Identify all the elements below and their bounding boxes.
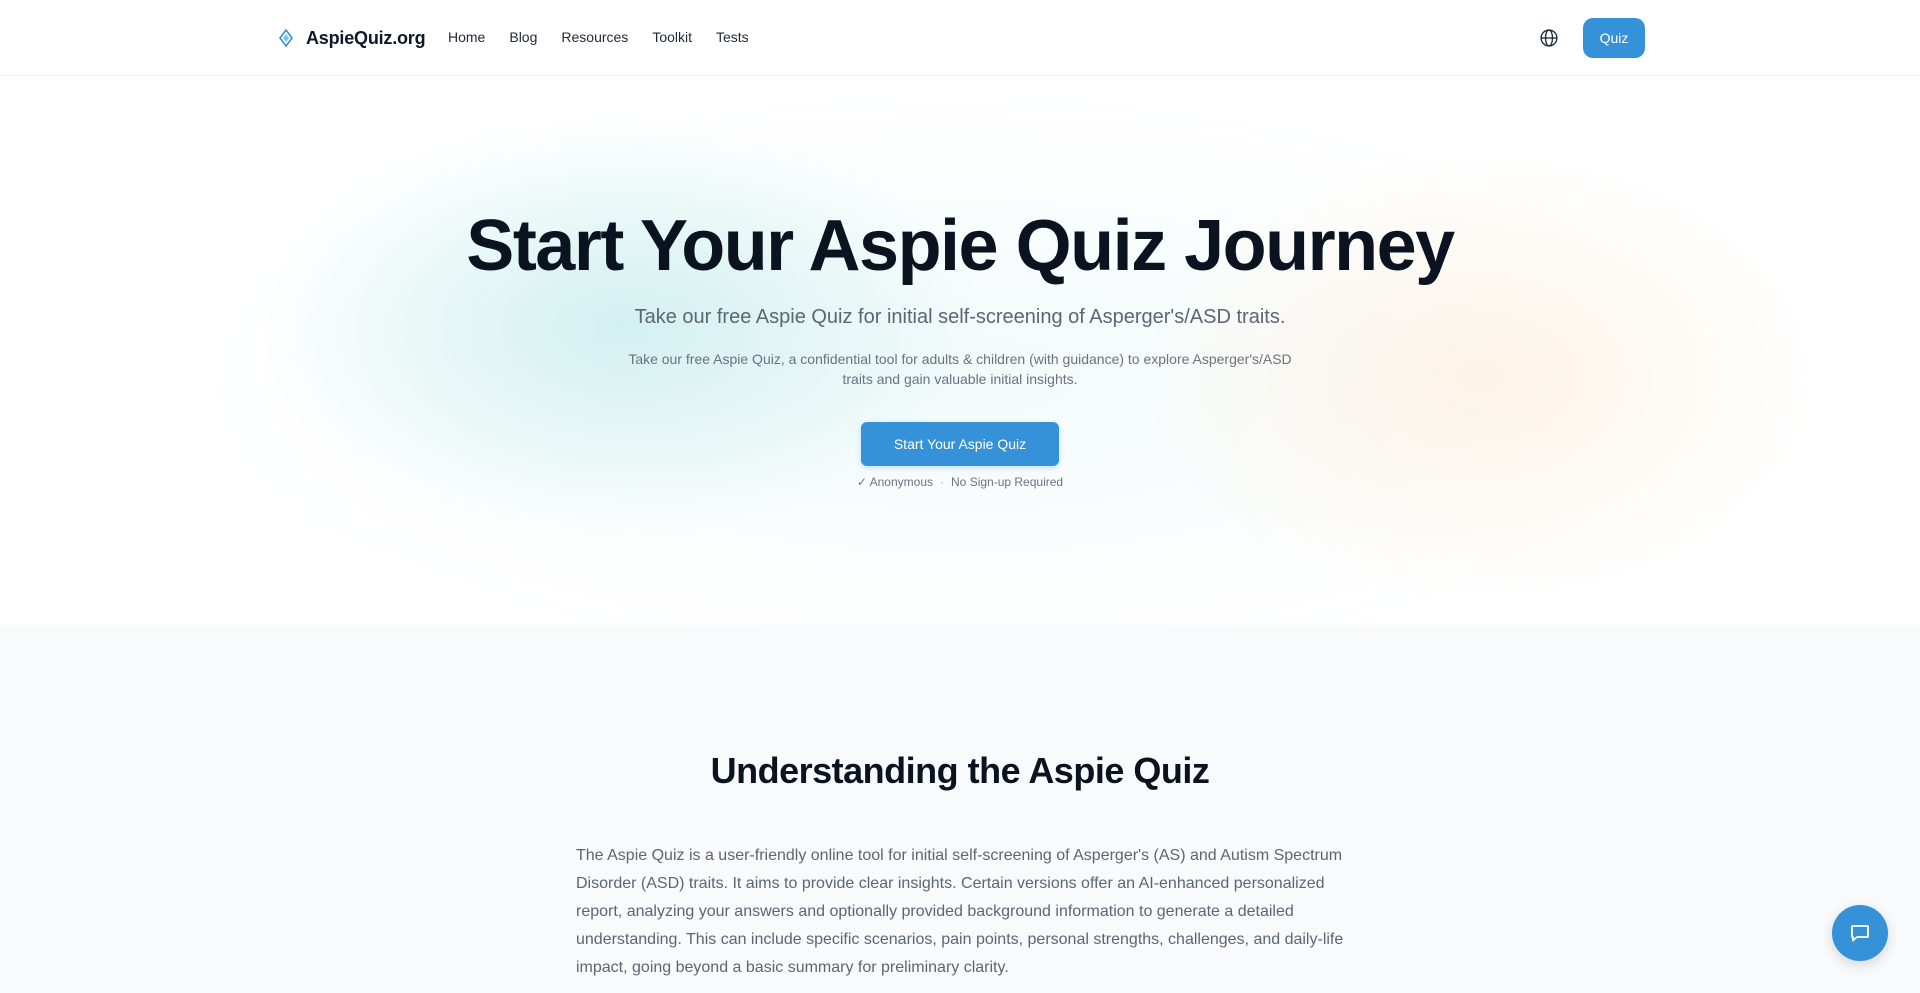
nav-resources[interactable]: Resources	[561, 26, 628, 48]
understanding-section: Understanding the Aspie Quiz The Aspie Q…	[0, 625, 1920, 993]
nav-blog[interactable]: Blog	[509, 26, 537, 48]
signup-note: No Sign-up Required	[951, 475, 1064, 489]
nav-home[interactable]: Home	[448, 26, 485, 48]
hero-note: ✓ Anonymous · No Sign-up Required	[0, 475, 1920, 489]
note-separator: ·	[940, 475, 945, 489]
language-button[interactable]	[1537, 26, 1561, 50]
quiz-button[interactable]: Quiz	[1583, 18, 1645, 58]
globe-icon	[1540, 29, 1558, 47]
chat-bubble-icon	[1851, 925, 1869, 942]
brand-link[interactable]: AspieQuiz.org	[278, 24, 426, 52]
brand-name: AspieQuiz.org	[306, 27, 426, 48]
anonymous-note: ✓ Anonymous	[856, 475, 934, 489]
chat-button[interactable]	[1832, 905, 1888, 961]
hero-section: Start Your Aspie Quiz Journey Take our f…	[0, 77, 1920, 625]
hero-description: Take our free Aspie Quiz, a confidential…	[628, 351, 1292, 387]
section-body: The Aspie Quiz is a user-friendly online…	[576, 847, 1344, 976]
hero-title: Start Your Aspie Quiz Journey	[466, 206, 1455, 286]
site-header: AspieQuiz.org Home Blog Resources Toolki…	[0, 0, 1920, 76]
nav-toolkit[interactable]: Toolkit	[652, 26, 692, 48]
start-quiz-button[interactable]: Start Your Aspie Quiz	[861, 422, 1059, 466]
section-title: Understanding the Aspie Quiz	[710, 750, 1210, 791]
diamond-logo-icon	[278, 28, 294, 48]
main-nav: Home Blog Resources Toolkit Tests	[448, 26, 773, 48]
hero-subtitle: Take our free Aspie Quiz for initial sel…	[634, 306, 1286, 328]
nav-tests[interactable]: Tests	[716, 26, 749, 48]
